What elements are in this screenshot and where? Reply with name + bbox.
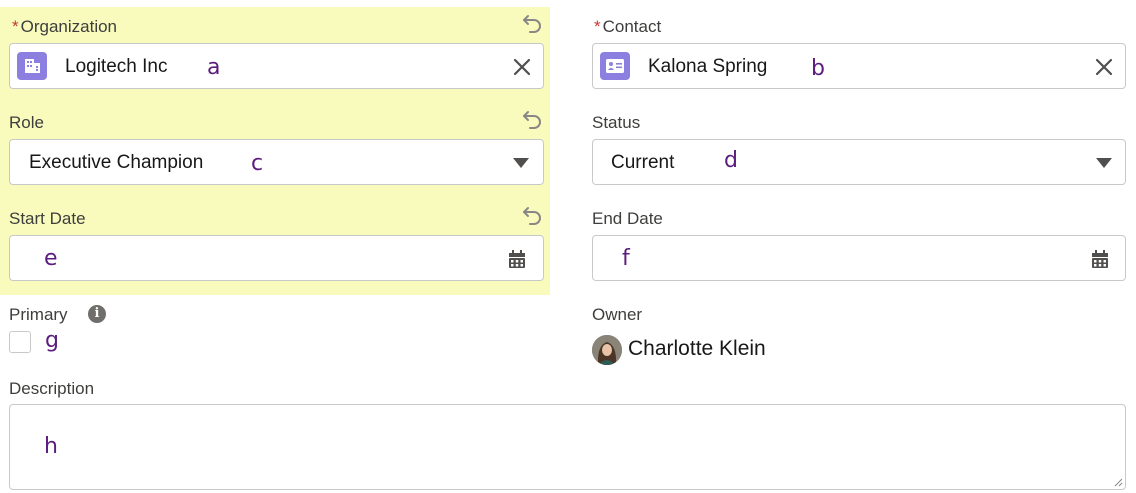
info-icon[interactable]: i (88, 305, 106, 323)
avatar[interactable] (592, 335, 622, 365)
calendar-icon[interactable] (1090, 249, 1110, 269)
contact-lookup[interactable]: Kalona Spring (592, 43, 1126, 89)
end-date-input[interactable] (592, 235, 1126, 281)
organization-label: * Organization (12, 17, 117, 37)
status-value: Current (611, 152, 675, 173)
annotation-marker-b: b (811, 56, 825, 81)
undo-icon[interactable] (521, 12, 543, 34)
owner-name-link[interactable]: Charlotte Klein (628, 337, 766, 361)
clear-selection-icon[interactable] (512, 57, 532, 77)
chevron-down-icon (1096, 158, 1112, 168)
annotation-marker-h: h (44, 434, 58, 459)
organization-label-text: Organization (20, 17, 118, 36)
chevron-down-icon (513, 158, 529, 168)
organization-value: Logitech Inc (65, 56, 168, 77)
annotation-marker-c: c (251, 151, 264, 176)
resize-handle-icon[interactable] (1113, 477, 1123, 487)
contact-value: Kalona Spring (648, 56, 768, 77)
undo-icon[interactable] (521, 108, 543, 130)
primary-label: Primary (9, 305, 68, 324)
required-indicator: * (594, 17, 601, 36)
status-label: Status (592, 113, 641, 132)
calendar-icon[interactable] (507, 249, 527, 269)
status-select[interactable]: Current (592, 139, 1126, 185)
contact-label: * Contact (594, 17, 661, 37)
required-indicator: * (12, 17, 19, 36)
end-date-label: End Date (592, 209, 663, 228)
building-icon (17, 52, 47, 80)
primary-checkbox[interactable] (9, 331, 31, 353)
role-select[interactable]: Executive Champion (9, 139, 544, 185)
annotation-marker-f: f (622, 246, 630, 271)
clear-selection-icon[interactable] (1094, 57, 1114, 77)
annotation-marker-g: g (45, 328, 59, 353)
owner-label: Owner (592, 305, 643, 324)
undo-icon[interactable] (521, 204, 543, 226)
annotation-marker-d: d (724, 148, 738, 173)
annotation-marker-a: a (207, 55, 221, 80)
contact-label-text: Contact (602, 17, 662, 36)
organization-lookup[interactable]: Logitech Inc (9, 43, 544, 89)
start-date-label: Start Date (9, 209, 86, 228)
role-label: Role (9, 113, 44, 132)
record-edit-form: *Organization Logitech Inc a *Contact (0, 0, 1136, 493)
description-textarea[interactable] (9, 404, 1126, 490)
start-date-input[interactable] (9, 235, 544, 281)
role-value: Executive Champion (29, 152, 204, 173)
contact-card-icon (600, 52, 630, 80)
description-label: Description (9, 379, 95, 398)
annotation-marker-e: e (44, 246, 58, 271)
